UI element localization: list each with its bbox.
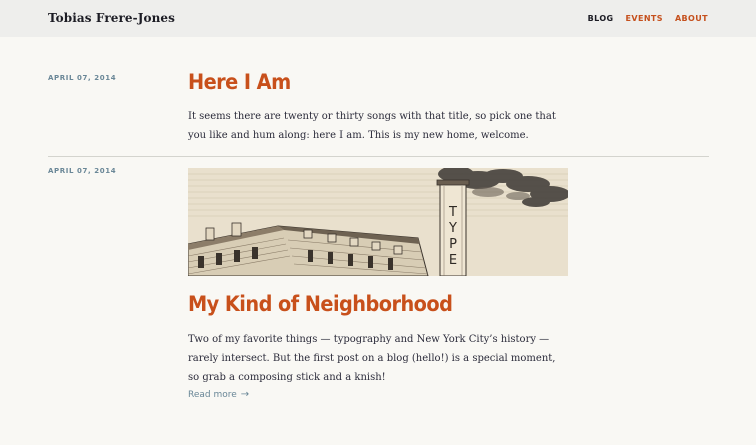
post-title[interactable]: Here I Am <box>188 70 291 94</box>
svg-text:P: P <box>449 237 457 252</box>
post-body: Two of my favorite things — typography a… <box>188 334 556 383</box>
read-more-label: Read more <box>188 389 237 400</box>
post-divider <box>48 156 709 157</box>
nav-events[interactable]: EVENTS <box>626 14 663 23</box>
read-more-link[interactable]: Read more → <box>188 389 249 400</box>
main-nav: BLOG EVENTS ABOUT <box>588 14 708 23</box>
svg-text:Y: Y <box>448 221 457 236</box>
svg-text:T: T <box>448 205 457 220</box>
post-date: APRIL 07, 2014 <box>48 167 117 175</box>
site-header: Tobias Frere-Jones BLOG EVENTS ABOUT <box>0 0 756 37</box>
nav-blog[interactable]: BLOG <box>588 14 614 23</box>
post-hero-image: T Y P E <box>188 168 568 276</box>
post-title[interactable]: My Kind of Neighborhood <box>188 292 453 316</box>
nav-about[interactable]: ABOUT <box>675 14 708 23</box>
site-title[interactable]: Tobias Frere-Jones <box>48 11 175 25</box>
post-date: APRIL 07, 2014 <box>48 74 117 82</box>
svg-text:E: E <box>449 253 457 268</box>
arrow-right-icon: → <box>240 389 250 400</box>
post-body: It seems there are twenty or thirty song… <box>188 111 556 141</box>
